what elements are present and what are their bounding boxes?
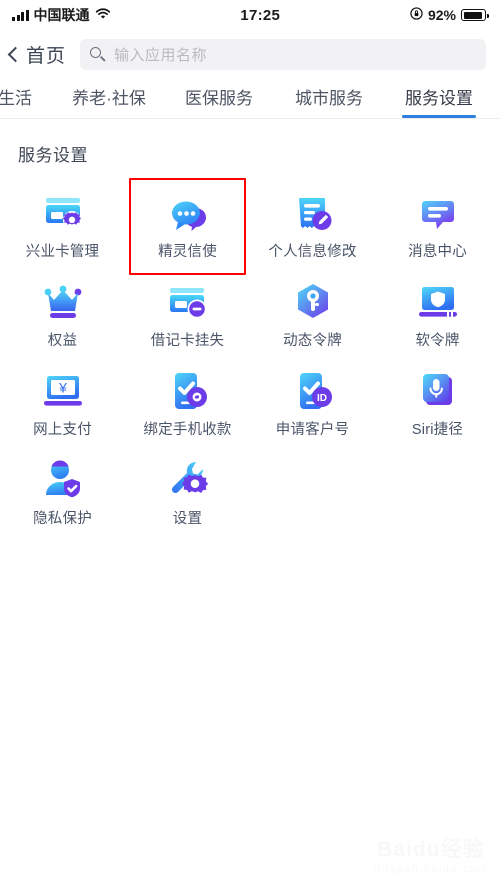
grid-item-siri-shortcut[interactable]: Siri捷径: [375, 358, 500, 447]
search-input[interactable]: 输入应用名称: [80, 38, 486, 70]
app-grid: 兴业卡管理 精灵信使 个人信息修改 消息中心 权益 借记卡挂失 动态令牌 软令牌…: [0, 174, 500, 536]
section-title: 服务设置: [18, 146, 88, 165]
svg-text:ID: ID: [317, 393, 327, 404]
message-bubble-icon: [415, 190, 461, 236]
status-bar: 中国联通 17:25 92%: [0, 0, 500, 30]
tab-service-settings[interactable]: 服务设置: [384, 84, 494, 118]
svg-text:¥: ¥: [58, 379, 67, 395]
tab-medical-insurance[interactable]: 医保服务: [164, 84, 274, 118]
grid-item-edit-personal-info[interactable]: 个人信息修改: [250, 180, 375, 269]
watermark-url: jingyan.baidu.com: [373, 863, 488, 875]
grid-item-card-management[interactable]: 兴业卡管理: [0, 180, 125, 269]
search-icon: [90, 46, 106, 62]
grid-item-label: 权益: [47, 332, 78, 349]
laptop-yuan-icon: ¥: [40, 368, 86, 414]
tab-life[interactable]: 生活: [0, 84, 54, 118]
grid-item-label: 个人信息修改: [268, 244, 357, 260]
microphone-icon: [415, 368, 461, 414]
laptop-shield-icon: [415, 279, 461, 325]
tab-bar: 生活 养老·社保 医保服务 城市服务 服务设置: [0, 78, 500, 119]
clock-label: 17:25: [240, 6, 281, 24]
watermark-brand: Baidu经验: [377, 838, 485, 861]
navigation-bar: 首页 输入应用名称: [0, 30, 500, 78]
card-minus-icon: [165, 279, 211, 325]
grid-item-bind-phone-collection[interactable]: 绑定手机收款: [125, 358, 250, 447]
back-button[interactable]: 首页: [7, 41, 67, 68]
carrier-label: 中国联通: [33, 7, 90, 23]
wrench-gear-icon: [165, 457, 211, 503]
grid-item-label: 绑定手机收款: [143, 421, 232, 438]
grid-item-label: 隐私保护: [33, 510, 92, 527]
grid-item-label: 消息中心: [408, 244, 467, 260]
chevron-left-icon: [7, 46, 24, 62]
grid-item-apply-customer-number[interactable]: ID 申请客户号: [250, 358, 375, 447]
hexagon-key-icon: [290, 279, 336, 325]
grid-item-privacy-protection[interactable]: 隐私保护: [0, 447, 125, 536]
back-button-label: 首页: [26, 45, 67, 67]
crown-icon: [40, 279, 86, 325]
status-bar-right: 92%: [410, 6, 489, 24]
chat-bubble-icon: [165, 190, 211, 236]
grid-item-dynamic-token[interactable]: 动态令牌: [250, 269, 375, 358]
grid-item-label: 网上支付: [33, 421, 92, 438]
grid-item-debit-card-loss-report[interactable]: 借记卡挂失: [125, 269, 250, 358]
grid-item-online-payment[interactable]: ¥ 网上支付: [0, 358, 125, 447]
grid-item-label: 兴业卡管理: [25, 244, 100, 260]
grid-item-label: 借记卡挂失: [150, 332, 225, 349]
grid-item-benefits[interactable]: 权益: [0, 269, 125, 358]
person-shield-icon: [40, 457, 86, 503]
phone-check-id-icon: ID: [290, 368, 336, 414]
signal-bars-icon: [12, 9, 29, 21]
grid-item-label: Siri捷径: [411, 421, 464, 438]
grid-item-label: 申请客户号: [275, 421, 350, 438]
document-pencil-icon: [290, 190, 336, 236]
grid-item-settings[interactable]: 设置: [125, 447, 250, 536]
search-placeholder: 输入应用名称: [114, 46, 208, 64]
card-gear-icon: [40, 190, 86, 236]
rotation-lock-icon: [410, 6, 423, 24]
battery-icon: [461, 9, 489, 21]
grid-item-label: 软令牌: [415, 332, 460, 349]
wifi-icon: [95, 7, 111, 24]
grid-item-label: 设置: [172, 510, 203, 527]
grid-item-label: 动态令牌: [283, 332, 342, 349]
phone-check-link-icon: [165, 368, 211, 414]
battery-percent-label: 92%: [427, 7, 456, 23]
tab-city-services[interactable]: 城市服务: [274, 84, 384, 118]
tab-pension-social-security[interactable]: 养老·社保: [54, 84, 164, 118]
grid-item-label: 精灵信使: [158, 244, 217, 260]
grid-item-message-center[interactable]: 消息中心: [375, 180, 500, 269]
grid-item-soft-token[interactable]: 软令牌: [375, 269, 500, 358]
grid-item-genie-messenger[interactable]: 精灵信使: [125, 178, 250, 275]
watermark: Baidu经验 jingyan.baidu.com: [374, 839, 488, 875]
status-bar-left: 中国联通: [12, 5, 111, 25]
